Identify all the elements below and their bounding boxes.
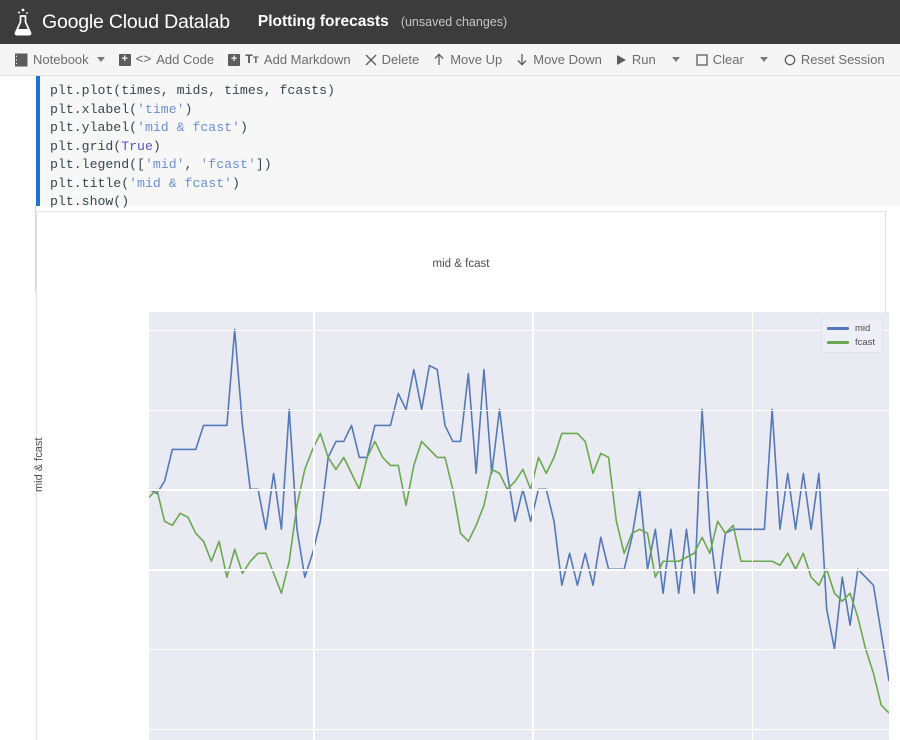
toolbar-move-up-button[interactable]: Move Up <box>426 44 509 76</box>
legend-label: fcast <box>854 337 875 348</box>
gridline-horizontal <box>149 329 889 331</box>
matplotlib-figure: mid & fcast mid & fcast time 1.1413001.1… <box>33 212 889 740</box>
toolbar-item-label: Delete <box>381 52 420 67</box>
legend-swatch <box>826 327 849 330</box>
gridline-horizontal <box>149 729 889 731</box>
toolbar-add-markdown-button[interactable]: + TT Add Markdown <box>221 44 358 76</box>
brand-text: Google Cloud Datalab <box>42 10 230 33</box>
toolbar-item-label: Move Down <box>533 52 602 67</box>
notebook-body: plt.plot(times, mids, times, fcasts) plt… <box>0 76 900 740</box>
save-state-label: (unsaved changes) <box>400 15 508 29</box>
series-line-fcast <box>149 433 889 713</box>
toolbar-run-dropdown[interactable] <box>663 44 689 76</box>
chevron-down-icon[interactable] <box>759 57 768 62</box>
toolbar-item-label: Add Code <box>156 52 215 67</box>
power-circle-icon <box>784 54 796 66</box>
toolbar-add-code-button[interactable]: + <> Add Code <box>112 44 221 76</box>
toolbar-move-down-button[interactable]: Move Down <box>509 44 609 76</box>
notebook-title: Plotting forecasts <box>257 13 389 30</box>
gridline-vertical <box>532 312 534 740</box>
series-lines <box>149 312 889 740</box>
gridline-vertical <box>313 312 315 740</box>
notebook-toolbar: Notebook + <> Add Code + TT Add Markdown… <box>0 44 900 76</box>
square-icon <box>696 53 708 66</box>
toolbar-item-label: Move Up <box>450 52 503 67</box>
toolbar-notebook-menu[interactable]: Notebook <box>8 44 112 76</box>
toolbar-item-label: Clear <box>712 52 744 67</box>
arrow-up-icon <box>433 53 445 66</box>
notebook-icon <box>15 53 28 67</box>
app-header: Google Cloud Datalab Plotting forecasts … <box>0 0 900 44</box>
toolbar-delete-button[interactable]: Delete <box>358 44 427 76</box>
arrow-down-icon <box>516 53 528 66</box>
toolbar-run-button[interactable]: Run <box>609 44 663 76</box>
legend-item: mid <box>826 323 875 334</box>
flask-icon <box>10 7 36 37</box>
add-code-icon: + <box>118 53 131 66</box>
chevron-down-icon[interactable] <box>96 57 105 62</box>
gridline-horizontal <box>149 409 889 411</box>
play-icon <box>616 54 627 66</box>
gridline-horizontal <box>149 489 889 491</box>
text-format-icon: TT <box>245 52 259 67</box>
toolbar-reset-session-button[interactable]: Reset Session <box>777 44 892 76</box>
plot-area: mid fcast <box>149 312 889 740</box>
toolbar-item-label: Reset Session <box>800 52 885 67</box>
series-line-mid <box>149 330 889 682</box>
toolbar-item-label: Notebook <box>33 52 89 67</box>
toolbar-clear-button[interactable]: Clear <box>689 44 751 76</box>
toolbar-item-label: Add Markdown <box>263 52 351 67</box>
gridline-horizontal <box>149 569 889 571</box>
chevron-down-icon[interactable] <box>671 57 680 62</box>
brand[interactable]: Google Cloud Datalab <box>10 7 230 37</box>
legend-item: fcast <box>826 337 875 348</box>
code-brackets-icon: <> <box>135 52 152 67</box>
gridline-horizontal <box>149 649 889 651</box>
cell-output-area: mid & fcast mid & fcast time 1.1413001.1… <box>33 211 889 740</box>
toolbar-item-label: Run <box>631 52 656 67</box>
close-x-icon <box>365 54 377 66</box>
legend-swatch <box>826 341 849 344</box>
code-cell[interactable]: plt.plot(times, mids, times, fcasts) plt… <box>36 76 900 209</box>
chart-ylabel: mid & fcast <box>33 437 45 492</box>
chart-legend: mid fcast <box>820 318 883 353</box>
add-markdown-icon: + <box>228 53 241 66</box>
gridline-vertical <box>752 312 754 740</box>
toolbar-clear-dropdown[interactable] <box>751 44 777 76</box>
code-editor[interactable]: plt.plot(times, mids, times, fcasts) plt… <box>40 76 900 212</box>
legend-label: mid <box>854 323 871 334</box>
chart-title: mid & fcast <box>432 258 490 270</box>
